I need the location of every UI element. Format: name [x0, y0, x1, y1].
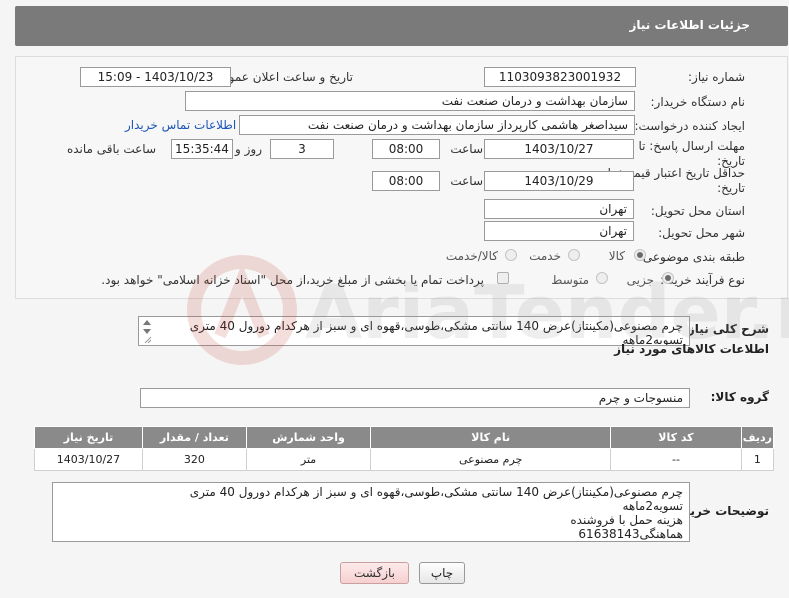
- col-need-date: تاریخ نیاز: [34, 426, 143, 449]
- province-field: تهران: [484, 199, 634, 219]
- category-option-service: خدمت: [529, 249, 561, 263]
- requester-label: ایجاد کننده درخواست:: [634, 119, 745, 133]
- validity-date-field: 1403/10/29: [484, 171, 634, 191]
- cell-row-number: 1: [740, 448, 775, 471]
- process-radio-medium[interactable]: [596, 272, 608, 284]
- remaining-time-field: 15:35:44: [171, 139, 233, 159]
- textarea-scroll-icon[interactable]: [140, 316, 154, 346]
- cell-need-date: 1403/10/27: [34, 448, 143, 471]
- category-option-goods-service: کالا/خدمت: [445, 249, 498, 263]
- description-line: تسویه2ماهه: [622, 333, 683, 346]
- category-radio-goods[interactable]: [634, 249, 646, 261]
- goods-group-label: گروه کالا:: [710, 390, 769, 404]
- col-quantity: تعداد / مقدار: [141, 426, 247, 449]
- cell-quantity: 320: [141, 448, 247, 471]
- need-number-field: 1103093823001932: [484, 67, 636, 87]
- category-option-goods: کالا: [608, 249, 625, 263]
- description-line: چرم مصنوعی(مکینتاز)عرض 140 سانتی مشکی،طو…: [189, 319, 683, 333]
- process-radio-minor[interactable]: [662, 272, 674, 284]
- print-button[interactable]: چاپ: [419, 562, 465, 584]
- announce-datetime-field: 1403/10/23 - 15:09: [80, 67, 231, 87]
- items-table: ردیف کد کالا نام کالا واحد شمارش تعداد /…: [34, 426, 775, 471]
- goods-group-field: منسوجات و چرم: [140, 388, 690, 408]
- deadline-time-field: 08:00: [372, 139, 440, 159]
- buyer-org-field: سازمان بهداشت و درمان صنعت نفت: [185, 91, 635, 111]
- validity-date-label: تاریخ:: [717, 181, 745, 195]
- col-unit: واحد شمارش: [245, 426, 372, 449]
- page-header: جزئیات اطلاعات نیاز: [15, 6, 788, 46]
- col-row-number: ردیف: [740, 426, 775, 449]
- goods-info-title: اطلاعات کالاهای مورد نیاز: [614, 342, 769, 356]
- buyer-org-label: نام دستگاه خریدار:: [650, 95, 746, 109]
- page-title: جزئیات اطلاعات نیاز: [629, 18, 750, 32]
- deadline-time-label: ساعت: [450, 142, 483, 156]
- deadline-date-field: 1403/10/27: [484, 139, 634, 159]
- category-label: طبقه بندی موضوعی:: [638, 250, 745, 264]
- remaining-label: ساعت باقی مانده: [66, 142, 156, 156]
- province-label: استان محل تحویل:: [650, 204, 745, 218]
- treasury-payment-checkbox[interactable]: [497, 272, 509, 284]
- buyer-contact-link[interactable]: اطلاعات تماس خریدار: [125, 118, 236, 132]
- days-remaining-field: 3: [270, 139, 334, 159]
- buyer-notes-line: هماهنگی61638143: [578, 527, 683, 541]
- days-label: روز و: [235, 142, 262, 156]
- table-header-row: ردیف کد کالا نام کالا واحد شمارش تعداد /…: [34, 426, 775, 449]
- buyer-notes-line: هزینه حمل با فروشنده: [570, 513, 683, 527]
- category-radio-service[interactable]: [568, 249, 580, 261]
- city-field: تهران: [484, 221, 634, 241]
- deadline-label: مهلت ارسال پاسخ: تا: [638, 139, 745, 153]
- col-goods-code: کد کالا: [610, 426, 742, 449]
- treasury-payment-note: پرداخت تمام یا بخشی از مبلغ خرید،از محل …: [101, 273, 484, 287]
- validity-time-field: 08:00: [372, 171, 440, 191]
- process-option-minor: جزیی: [626, 273, 654, 287]
- description-textarea[interactable]: چرم مصنوعی(مکینتاز)عرض 140 سانتی مشکی،طو…: [138, 316, 690, 346]
- table-row: 1 -- چرم مصنوعی متر 320 1403/10/27: [34, 448, 775, 471]
- cell-goods-name: چرم مصنوعی: [370, 448, 612, 471]
- validity-time-label: ساعت: [450, 174, 483, 188]
- buyer-notes-line: تسویه2ماهه: [622, 499, 683, 513]
- cell-unit: متر: [245, 448, 372, 471]
- category-radio-goods-service[interactable]: [505, 249, 517, 261]
- requester-field: سیداصغر هاشمی کارپرداز سازمان بهداشت و د…: [239, 115, 635, 135]
- city-label: شهر محل تحویل:: [658, 226, 745, 240]
- buyer-notes-line: چرم مصنوعی(مکینتاز)عرض 140 سانتی مشکی،طو…: [189, 485, 683, 499]
- buyer-notes-textarea[interactable]: چرم مصنوعی(مکینتاز)عرض 140 سانتی مشکی،طو…: [52, 482, 690, 542]
- back-button[interactable]: بازگشت: [340, 562, 409, 584]
- need-number-label: شماره نیاز:: [688, 70, 745, 84]
- cell-goods-code: --: [610, 448, 742, 471]
- description-label: شرح کلی نیاز:: [683, 322, 769, 336]
- col-goods-name: نام کالا: [370, 426, 612, 449]
- process-option-medium: متوسط: [551, 273, 589, 287]
